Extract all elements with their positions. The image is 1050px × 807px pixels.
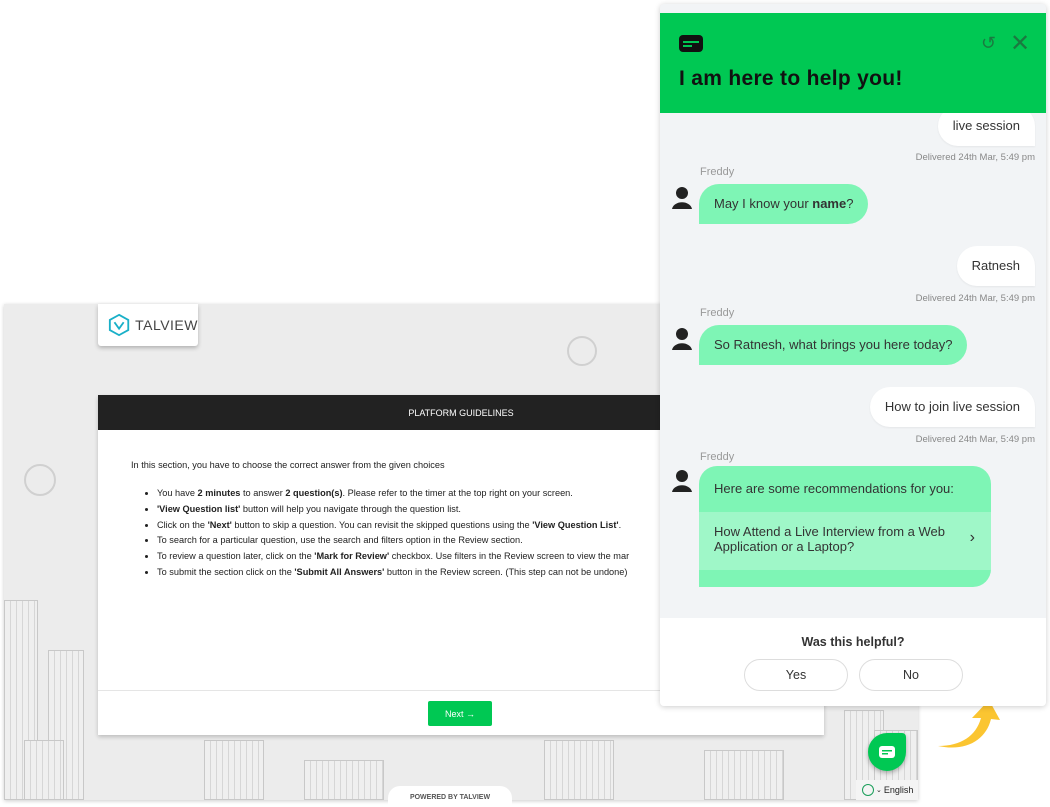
recommendation-option[interactable]: How Attend a Live Interview from a Web A… [699, 512, 991, 570]
chat-widget: ↺ ✕ I am here to help you! live session … [660, 4, 1046, 706]
guideline-text: To submit the section click on the [157, 566, 295, 577]
recommendations-card: Here are some recommendations for you: H… [699, 466, 991, 587]
guideline-text: You have [157, 488, 198, 498]
delivery-status: Delivered 24th Mar, 5:49 pm [915, 434, 1035, 445]
chat-header: ↺ ✕ I am here to help you! [660, 13, 1046, 113]
logo-text: TALVIEW [135, 317, 198, 333]
chat-launcher-button[interactable] [868, 733, 906, 771]
yes-button[interactable]: Yes [744, 659, 848, 691]
restart-icon[interactable]: ↺ [981, 33, 996, 54]
delivery-status: Delivered 24th Mar, 5:49 pm [915, 152, 1035, 163]
guideline-text: 2 minutes [197, 488, 241, 498]
bot-name: Freddy [700, 166, 735, 178]
guideline-text: to answer [240, 488, 286, 498]
clock-icon [567, 336, 597, 366]
guideline-text: . [618, 519, 622, 530]
msg-text: ? [846, 196, 854, 211]
user-message: How to join live session [869, 387, 1035, 427]
language-label: English [883, 785, 914, 795]
guideline-text: 'Mark for Review' [314, 551, 390, 562]
chevron-right-icon: › [969, 529, 975, 546]
recommendations-text: Here are some recommendations for you: [714, 481, 954, 496]
bot-message: So Ratnesh, what brings you here today? [699, 325, 968, 365]
bot-name: Freddy [700, 307, 735, 319]
no-button[interactable]: No [859, 659, 963, 691]
globe-icon [862, 784, 874, 796]
bot-message: May I know your name? [699, 184, 869, 224]
pointer-arrow-icon [938, 700, 1000, 748]
guideline-text: 'Next' [207, 519, 232, 530]
msg-bold: name [812, 196, 847, 211]
chat-title: I am here to help you! [679, 67, 903, 90]
chevron-down-icon: ⌄ [876, 787, 882, 794]
bot-name: Freddy [700, 451, 735, 463]
talview-logo: TALVIEW [98, 304, 198, 346]
guideline-text: 'Submit All Answers' [294, 566, 385, 577]
guideline-text: 'View Question List' [532, 519, 619, 530]
next-label: Next [444, 708, 464, 719]
guideline-text: button to skip a question. You can revis… [231, 519, 533, 530]
guideline-text: . Please refer to the timer at the top r… [342, 488, 573, 498]
guideline-text: 'View Question list' [157, 503, 241, 514]
guideline-text: To search for a particular question, use… [157, 535, 523, 546]
bot-avatar-icon [672, 187, 692, 209]
arrow-right-icon: → [466, 708, 476, 719]
clock-icon [24, 464, 56, 496]
guideline-text: checkbox. Use filters in the Review scre… [389, 551, 630, 562]
guideline-text: button will help you navigate through th… [240, 503, 461, 514]
bot-avatar-icon [672, 470, 692, 492]
powered-by: POWERED BY TALVIEW [388, 786, 512, 806]
msg-text: May I know your [714, 196, 813, 211]
chat-icon [879, 746, 895, 758]
next-button[interactable]: Next → [428, 701, 492, 726]
feedback-bar: Was this helpful? Yes No [660, 618, 1046, 706]
user-message: Ratnesh [956, 246, 1035, 286]
guideline-text: button in the Review screen. (This step … [384, 566, 628, 577]
close-icon[interactable]: ✕ [1010, 29, 1030, 58]
bot-avatar-icon [672, 328, 692, 350]
feedback-question: Was this helpful? [801, 635, 905, 649]
delivery-status: Delivered 24th Mar, 5:49 pm [915, 293, 1035, 304]
guideline-text: Click on the [157, 519, 208, 530]
guideline-text: To review a question later, click on the [157, 551, 315, 562]
language-selector[interactable]: ⌄ English [856, 780, 918, 800]
option-text: How Attend a Live Interview from a Web A… [714, 524, 945, 554]
guideline-text: 2 question(s) [285, 488, 343, 498]
chat-logo-icon [679, 35, 703, 52]
